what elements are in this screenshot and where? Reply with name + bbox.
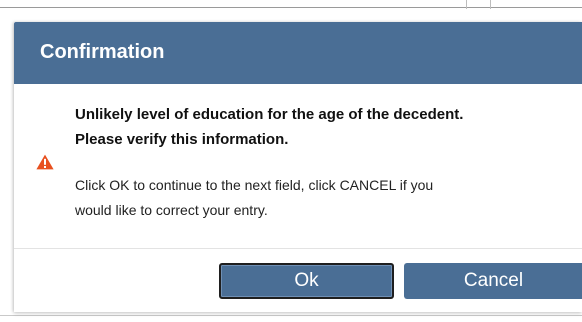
ok-button[interactable]: Ok	[219, 263, 394, 299]
confirmation-dialog: Confirmation Unlikely level of education…	[14, 22, 582, 312]
background-left-margin	[0, 8, 12, 322]
instruction-line: would like to correct your entry.	[75, 202, 268, 218]
dialog-title: Confirmation	[40, 41, 165, 63]
message-line: Please verify this information.	[75, 131, 289, 148]
page-background: Confirmation Unlikely level of education…	[0, 0, 582, 322]
background-column-divider	[466, 0, 467, 9]
cancel-button[interactable]: Cancel	[404, 263, 582, 299]
dialog-footer-divider	[14, 248, 582, 249]
background-column-divider	[490, 0, 491, 9]
dialog-message-primary: Unlikely level of education for the age …	[75, 102, 565, 152]
background-toolbar-edge	[0, 0, 582, 8]
dialog-message-secondary: Click OK to continue to the next field, …	[75, 173, 570, 223]
dialog-header: Confirmation	[14, 22, 582, 84]
background-bottom-rule	[0, 315, 582, 316]
instruction-line: Click OK to continue to the next field, …	[75, 177, 434, 193]
message-line: Unlikely level of education for the age …	[75, 106, 464, 123]
warning-triangle-icon	[36, 154, 54, 170]
